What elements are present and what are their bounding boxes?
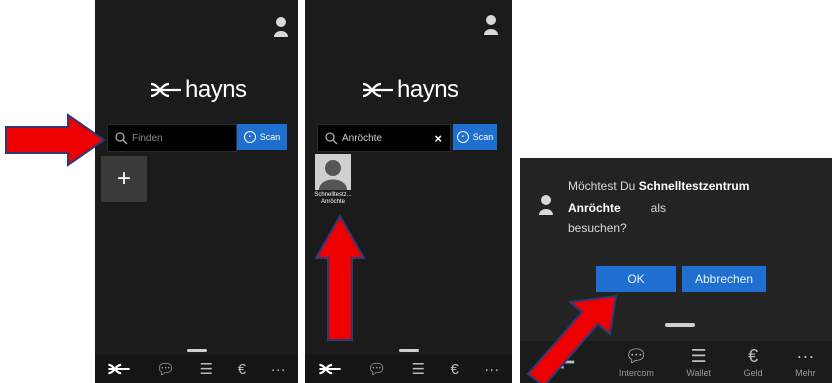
avatar-icon[interactable] — [273, 16, 289, 38]
plus-icon: + — [116, 165, 131, 192]
contact-result-card[interactable]: Schnelltestz... Anröchte — [311, 154, 355, 206]
contact-name-line2: Anröchte — [320, 199, 345, 205]
contact-name-line1: Schnelltestz... — [314, 192, 352, 198]
wallet-icon: ☰ — [411, 361, 426, 378]
qr-scan-icon: ▪ — [456, 131, 469, 143]
nav-wallet-label: Wallet — [686, 368, 712, 378]
more-icon: ··· — [484, 360, 500, 378]
qr-scan-icon: ▪ — [243, 131, 256, 143]
euro-icon: € — [450, 360, 459, 378]
search-input[interactable]: Finden — [107, 124, 237, 152]
nav-intercom[interactable]: 💬︎ Intercom — [619, 346, 654, 378]
app-logo: hayns — [149, 76, 247, 104]
bottom-navigation: 💬︎ ☰ € ··· — [305, 355, 512, 383]
nav-intercom[interactable]: 💬︎ — [367, 360, 386, 378]
scan-button[interactable]: ▪ Scan — [453, 124, 497, 150]
dialog-line1-prefix: Möchtest Du — [568, 179, 639, 193]
search-icon — [115, 132, 128, 145]
cancel-button[interactable]: Abbrechen — [682, 266, 766, 292]
scan-label: Scan — [472, 132, 494, 142]
nav-money-label: Geld — [743, 368, 763, 378]
nav-more[interactable]: ··· Mehr — [795, 346, 816, 378]
nav-home[interactable] — [107, 362, 131, 376]
cancel-label: Abbrechen — [694, 272, 754, 286]
hayns-logo-icon — [362, 82, 393, 98]
nav-more[interactable]: ··· — [271, 361, 286, 378]
arrow-right-annotation — [5, 113, 106, 167]
ok-label: OK — [627, 272, 645, 286]
more-icon: ··· — [270, 360, 286, 378]
ok-button[interactable]: OK — [596, 266, 676, 292]
wallet-icon: ☰ — [690, 346, 707, 366]
drawer-handle[interactable] — [187, 349, 207, 352]
nav-intercom[interactable]: 💬︎ — [156, 360, 175, 378]
euro-icon: € — [748, 346, 759, 366]
scan-button[interactable]: ▪ Scan — [237, 124, 287, 150]
hayns-logo-icon — [150, 82, 181, 98]
drawer-handle[interactable] — [665, 323, 695, 327]
avatar-icon — [539, 195, 553, 215]
hayns-logo-icon — [108, 363, 130, 375]
bottom-navigation: 💬︎ ☰ € ··· — [95, 355, 298, 383]
avatar-icon[interactable] — [483, 14, 499, 36]
dialog-line3: besuchen? — [568, 221, 627, 235]
hayns-logo-icon — [318, 363, 341, 375]
nav-money[interactable]: € Geld — [744, 346, 763, 378]
person-silhouette-icon — [319, 160, 347, 190]
screen-home-search-empty: hayns Finden ▪ Scan + 💬︎ ☰ € ··· — [95, 0, 298, 383]
logo-text: hayns — [185, 76, 247, 103]
nav-more-label: Mehr — [795, 368, 816, 378]
dialog-message: Möchtest Du Schnelltestzentrum Anröchte a… — [568, 178, 818, 236]
arrow-diagonal-annotation — [526, 294, 618, 383]
search-icon — [325, 132, 338, 145]
dialog-line2-bold: Anröchte — [568, 201, 621, 215]
drawer-handle[interactable] — [399, 349, 419, 352]
nav-money[interactable]: € — [450, 361, 458, 378]
nav-more[interactable]: ··· — [484, 361, 499, 378]
scan-label: Scan — [259, 132, 281, 142]
contact-avatar — [315, 154, 351, 190]
euro-icon: € — [237, 360, 247, 378]
nav-wallet[interactable]: ☰ Wallet — [686, 346, 711, 378]
nav-home[interactable] — [318, 362, 342, 376]
more-icon: ··· — [796, 346, 815, 366]
clear-icon[interactable]: × — [434, 131, 442, 146]
arrow-up-annotation — [314, 214, 366, 341]
search-placeholder: Finden — [132, 132, 163, 144]
chat-icon: 💬︎ — [367, 361, 387, 378]
app-logo: hayns — [361, 76, 459, 104]
chat-icon: 💬︎ — [155, 361, 175, 378]
logo-text: hayns — [397, 76, 459, 103]
nav-wallet[interactable]: ☰ — [200, 360, 213, 378]
nav-money[interactable]: € — [238, 361, 246, 378]
wallet-icon: ☰ — [199, 361, 214, 378]
nav-intercom-label: Intercom — [618, 368, 654, 378]
chat-icon: 💬︎ — [624, 346, 648, 366]
search-value: Anröchte — [342, 132, 383, 144]
nav-wallet[interactable]: ☰ — [412, 360, 425, 378]
dialog-line1-bold: Schnelltestzentrum — [638, 179, 750, 193]
dialog-line2-rest: als — [650, 201, 667, 215]
search-input[interactable]: Anröchte × — [317, 124, 451, 152]
